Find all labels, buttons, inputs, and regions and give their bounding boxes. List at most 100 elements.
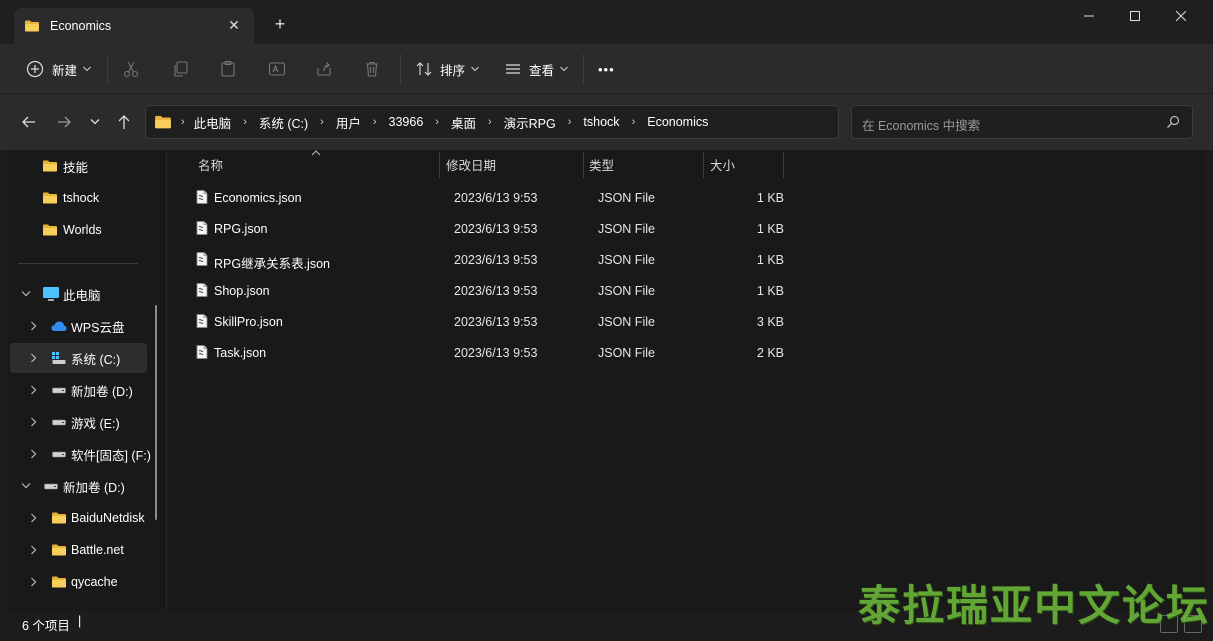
sidebar-item-tshock[interactable]: tshock [10, 183, 147, 213]
breadcrumb-demo-rpg[interactable]: 演示RPG [504, 113, 556, 132]
pane-divider[interactable] [166, 150, 167, 610]
file-date: 2023/6/13 9:53 [454, 284, 538, 298]
back-button[interactable] [19, 112, 39, 132]
breadcrumb-separator: › [372, 116, 377, 128]
sidebar-item-label: Battle.net [71, 543, 124, 557]
file-list: 名称 修改日期 类型 大小 Economics.json 2023/6/13 9… [168, 150, 1205, 610]
breadcrumb-desktop[interactable]: 桌面 [451, 113, 476, 132]
address-bar[interactable]: › 此电脑 › 系统 (C:) › 用户 › 33966 › 桌面 › 演示RP… [145, 105, 970, 139]
chevron-right-icon [31, 385, 37, 395]
sidebar-item-label: 游戏 (E:) [71, 416, 120, 431]
chevron-down-icon [21, 291, 31, 297]
chevron-right-icon [31, 577, 37, 587]
column-header-size[interactable]: 大小 [710, 150, 735, 178]
breadcrumb-economics[interactable]: Economics [647, 115, 708, 129]
folder-icon [51, 510, 67, 526]
address-row: › 此电脑 › 系统 (C:) › 用户 › 33966 › 桌面 › 演示RP… [0, 94, 1213, 150]
delete-button[interactable] [363, 54, 381, 84]
column-separator[interactable] [703, 152, 704, 178]
breadcrumb-separator: › [567, 116, 572, 128]
search-box[interactable]: 在 Economics 中搜索 [851, 105, 1193, 139]
column-separator[interactable] [439, 152, 440, 178]
sidebar-item-qycache[interactable]: qycache [10, 567, 147, 597]
breadcrumb-separator: › [320, 116, 324, 128]
column-header-date[interactable]: 修改日期 [446, 150, 496, 178]
breadcrumb-tshock[interactable]: tshock [583, 115, 619, 129]
breadcrumb-separator: › [435, 116, 439, 128]
chevron-right-icon [31, 545, 37, 555]
minimize-button[interactable] [1066, 0, 1112, 32]
sidebar-item-label: qycache [71, 575, 118, 589]
sort-ascending-icon [311, 150, 321, 156]
sidebar-item-skills[interactable]: 技能 [10, 151, 147, 181]
cut-button[interactable] [122, 54, 140, 84]
sidebar-item-this-pc[interactable]: 此电脑 [10, 279, 147, 309]
sidebar-item-drive-f[interactable]: 软件[固态] (F:) [10, 439, 151, 469]
view-button[interactable]: 查看 [504, 54, 568, 84]
new-tab-button[interactable]: + [270, 14, 290, 34]
new-label: 新建 [52, 63, 78, 78]
tab-close-button[interactable]: ✕ [226, 17, 242, 33]
paste-button[interactable] [219, 54, 237, 84]
json-file-icon [194, 282, 210, 298]
breadcrumb-system-c[interactable]: 系统 (C:) [259, 113, 308, 132]
sidebar-item-worlds[interactable]: Worlds [10, 215, 147, 245]
sidebar-scrollbar[interactable] [155, 305, 157, 520]
new-button[interactable]: 新建 [26, 54, 91, 84]
close-window-button[interactable] [1158, 0, 1204, 32]
share-button[interactable] [315, 54, 333, 84]
breadcrumb-users[interactable]: 用户 [336, 113, 361, 132]
rename-button[interactable] [268, 54, 286, 84]
sidebar-item-system-c[interactable]: 系统 (C:) [10, 343, 147, 373]
item-count: 6 个项目 [22, 619, 70, 633]
column-header-name[interactable]: 名称 [198, 150, 223, 178]
file-row[interactable]: RPG继承关系表.json 2023/6/13 9:53 JSON File 1… [178, 245, 788, 275]
maximize-icon [1130, 11, 1140, 21]
file-name: Economics.json [214, 191, 302, 205]
chevron-down-icon [90, 119, 100, 125]
file-row[interactable]: Shop.json 2023/6/13 9:53 JSON File 1 KB [178, 276, 788, 306]
more-options-button[interactable]: ••• [598, 54, 615, 84]
sidebar-item-baidunetdisk[interactable]: BaiduNetdisk [10, 503, 160, 533]
sort-button[interactable]: 排序 [415, 54, 479, 84]
file-size: 1 KB [756, 284, 784, 298]
maximize-button[interactable] [1112, 0, 1158, 32]
recent-locations-button[interactable] [85, 112, 105, 132]
column-separator[interactable] [783, 152, 784, 178]
column-separator[interactable] [583, 152, 584, 178]
sidebar-item-label: WPS云盘 [71, 320, 125, 335]
breadcrumb-separator: › [243, 116, 247, 128]
sidebar-item-wps-cloud[interactable]: WPS云盘 [10, 311, 147, 341]
file-type: JSON File [598, 253, 655, 267]
column-header-type[interactable]: 类型 [589, 150, 614, 178]
search-placeholder: 在 Economics 中搜索 [862, 119, 981, 133]
navigation-pane: 技能 tshock Worlds 此电脑 WPS云盘 系统 (C:) 新加卷 (… [8, 150, 166, 610]
drive-icon [51, 382, 67, 398]
sidebar-item-drive-d[interactable]: 新加卷 (D:) [10, 375, 147, 405]
sidebar-divider [18, 263, 138, 264]
folder-icon [154, 113, 172, 131]
sidebar-item-label: 系统 (C:) [71, 352, 121, 367]
sidebar-item-drive-e[interactable]: 游戏 (E:) [10, 407, 147, 437]
breadcrumb-user-folder[interactable]: 33966 [389, 115, 424, 129]
sidebar-item-label: 此电脑 [63, 288, 101, 303]
up-button[interactable] [114, 112, 134, 132]
file-row[interactable]: SkillPro.json 2023/6/13 9:53 JSON File 3… [178, 307, 788, 337]
file-date: 2023/6/13 9:53 [454, 253, 538, 267]
forward-button[interactable] [54, 112, 74, 132]
copy-button[interactable] [171, 54, 189, 84]
sidebar-item-volume-d[interactable]: 新加卷 (D:) [10, 471, 147, 501]
sidebar-item-battlenet[interactable]: Battle.net [10, 535, 147, 565]
file-name: Task.json [214, 346, 267, 360]
column-header-label: 大小 [710, 158, 736, 173]
arrow-up-icon [118, 115, 130, 129]
file-size: 3 KB [756, 315, 784, 329]
file-row[interactable]: Economics.json 2023/6/13 9:53 JSON File … [178, 183, 788, 213]
plus-circle-icon [26, 60, 44, 78]
breadcrumb-this-pc[interactable]: 此电脑 [194, 113, 232, 132]
json-file-icon [194, 344, 210, 360]
file-row[interactable]: RPG.json 2023/6/13 9:53 JSON File 1 KB [178, 214, 788, 244]
file-row[interactable]: Task.json 2023/6/13 9:53 JSON File 2 KB [178, 338, 788, 368]
file-size: 2 KB [756, 346, 784, 360]
tab-economics[interactable]: Economics ✕ [14, 8, 254, 44]
